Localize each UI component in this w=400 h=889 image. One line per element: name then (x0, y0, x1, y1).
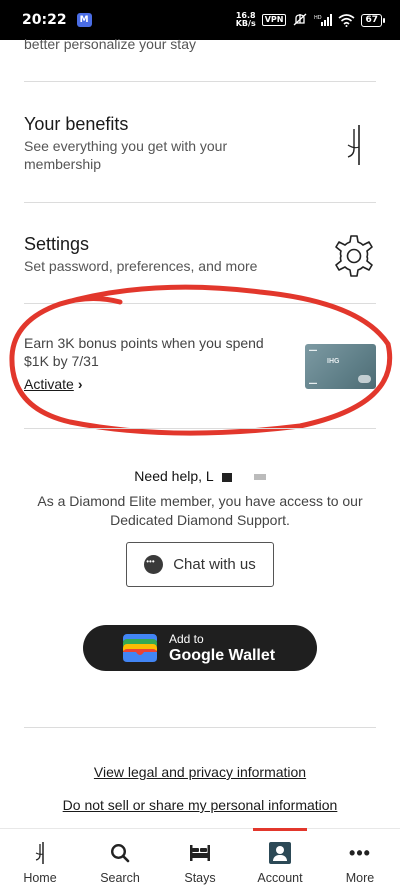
vpn-icon: VPN (261, 14, 287, 26)
battery-icon: 67 (361, 13, 385, 27)
nav-home-label: Home (23, 871, 57, 885)
divider (24, 727, 376, 728)
bottom-navigation: Home Search Stays Account ••• More (0, 828, 400, 889)
divider (24, 81, 376, 82)
chat-with-us-button[interactable]: Chat with us (126, 542, 274, 587)
nav-account-label: Account (257, 871, 303, 885)
divider (24, 303, 376, 304)
wifi-icon (338, 13, 355, 27)
nav-stays-label: Stays (184, 871, 216, 885)
nav-search[interactable]: Search (80, 829, 160, 889)
gear-icon (331, 233, 377, 284)
nav-more-label: More (345, 871, 375, 885)
nav-stays[interactable]: Stays (160, 829, 240, 889)
chevron-right-icon: › (77, 376, 83, 392)
divider (24, 202, 376, 203)
chat-button-label: Chat with us (173, 556, 256, 573)
wallet-add-to-label: Add to (169, 631, 204, 646)
bed-icon (189, 841, 211, 865)
legal-privacy-link[interactable]: View legal and privacy information (0, 764, 400, 780)
status-bar: 20:22 M 16.8 KB/s VPN HD 67 (0, 0, 400, 40)
cell-signal-icon: HD (314, 13, 333, 27)
google-wallet-icon (123, 634, 157, 662)
card-logo: IHG (327, 358, 340, 365)
ihg-logo-icon (33, 841, 47, 865)
nav-search-label: Search (100, 871, 140, 885)
redaction-mark (221, 472, 232, 482)
divider (24, 428, 376, 429)
svg-text:HD: HD (314, 15, 322, 21)
nav-active-indicator (253, 828, 307, 831)
nav-more[interactable]: ••• More (320, 829, 400, 889)
ihg-logo-icon (342, 123, 364, 172)
settings-title: Settings (24, 234, 90, 254)
network-speed: 16.8 KB/s (235, 11, 256, 28)
add-to-google-wallet-button[interactable]: Add to Google Wallet (83, 625, 317, 671)
settings-subtitle: Set password, preferences, and more (24, 258, 258, 274)
wallet-name-label: Google Wallet (169, 646, 276, 664)
status-time: 20:22 (22, 12, 67, 28)
redaction-mark (253, 474, 266, 481)
account-icon (269, 841, 291, 865)
card-tier-mark: ▬▬ (309, 380, 317, 385)
benefits-title: Your benefits (24, 114, 129, 134)
nav-home[interactable]: Home (0, 829, 80, 889)
help-text: As a Diamond Elite member, you have acce… (37, 493, 363, 528)
search-icon (110, 841, 130, 865)
do-not-sell-link[interactable]: Do not sell or share my personal informa… (0, 797, 400, 813)
nav-account[interactable]: Account (240, 828, 320, 889)
mute-icon (292, 13, 308, 27)
card-network-mark (358, 375, 371, 383)
credit-card-image: ▬▬ IHG ▬▬ (305, 344, 376, 389)
promo-text: Earn 3K bonus points when you spend $1K … (24, 335, 264, 369)
activate-link[interactable]: Activate › (24, 376, 82, 392)
help-title: Need help, L (0, 468, 400, 484)
card-issuer-mark: ▬▬ (309, 347, 317, 352)
more-icon: ••• (349, 843, 371, 863)
benefits-subtitle: See everything you get with your members… (24, 138, 228, 172)
chat-bubble-icon (144, 555, 164, 574)
partial-row-subtitle: better personalize your stay (24, 36, 196, 52)
app-notification-icon: M (76, 13, 92, 27)
